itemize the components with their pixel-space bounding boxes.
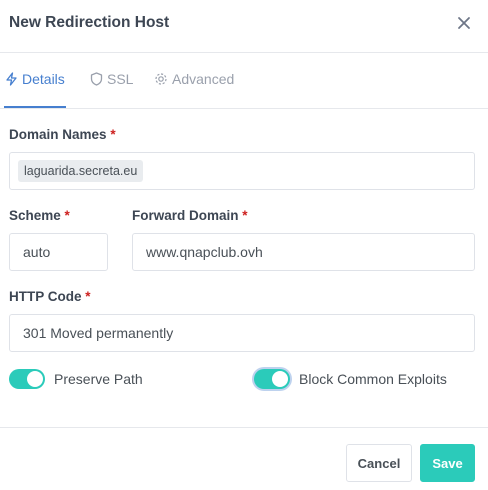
footer-divider	[0, 427, 488, 428]
block-exploits-toggle[interactable]: Block Common Exploits	[254, 369, 447, 389]
switch-knob	[27, 371, 43, 387]
preserve-path-label: Preserve Path	[54, 371, 143, 387]
save-button[interactable]: Save	[420, 444, 475, 482]
close-icon[interactable]	[455, 14, 473, 32]
forward-domain-input[interactable]: www.qnapclub.ovh	[132, 233, 475, 271]
http-code-label: HTTP Code *	[9, 289, 91, 304]
switch-knob	[272, 371, 288, 387]
preserve-path-toggle[interactable]: Preserve Path	[9, 369, 143, 389]
scheme-select[interactable]: auto	[9, 233, 108, 271]
tab-ssl[interactable]: SSL	[90, 71, 133, 87]
modal-title: New Redirection Host	[9, 14, 170, 31]
preserve-path-switch[interactable]	[9, 369, 45, 389]
scheme-value: auto	[23, 244, 51, 260]
forward-domain-value: www.qnapclub.ovh	[146, 244, 263, 260]
tab-details[interactable]: Details	[5, 71, 65, 87]
required-mark: *	[242, 208, 248, 223]
modal-header: New Redirection Host	[0, 0, 488, 53]
gear-icon	[155, 73, 167, 85]
forward-domain-label-text: Forward Domain	[132, 208, 239, 223]
required-mark: *	[110, 127, 116, 142]
lightning-icon	[6, 72, 17, 86]
block-exploits-switch[interactable]	[254, 369, 290, 389]
tab-bar: Details SSL Advanced	[0, 53, 488, 109]
required-mark: *	[85, 289, 91, 304]
tab-advanced[interactable]: Advanced	[154, 71, 234, 87]
block-exploits-label: Block Common Exploits	[299, 371, 447, 387]
tab-advanced-label: Advanced	[172, 71, 235, 87]
domain-names-label-text: Domain Names	[9, 127, 107, 142]
scheme-label-text: Scheme	[9, 208, 61, 223]
shield-icon	[90, 72, 103, 86]
http-code-value: 301 Moved permanently	[23, 325, 174, 341]
http-code-label-text: HTTP Code	[9, 289, 82, 304]
tab-details-label: Details	[22, 71, 65, 87]
tab-ssl-label: SSL	[107, 71, 134, 87]
http-code-select[interactable]: 301 Moved permanently	[9, 314, 475, 352]
domain-chip[interactable]: laguarida.secreta.eu	[18, 160, 144, 182]
domain-names-input[interactable]: laguarida.secreta.eu	[9, 152, 475, 190]
forward-domain-label: Forward Domain *	[132, 208, 248, 223]
domain-names-label: Domain Names *	[9, 127, 116, 142]
active-tab-indicator	[4, 106, 66, 108]
cancel-button[interactable]: Cancel	[346, 444, 412, 482]
required-mark: *	[64, 208, 70, 223]
scheme-label: Scheme *	[9, 208, 70, 223]
